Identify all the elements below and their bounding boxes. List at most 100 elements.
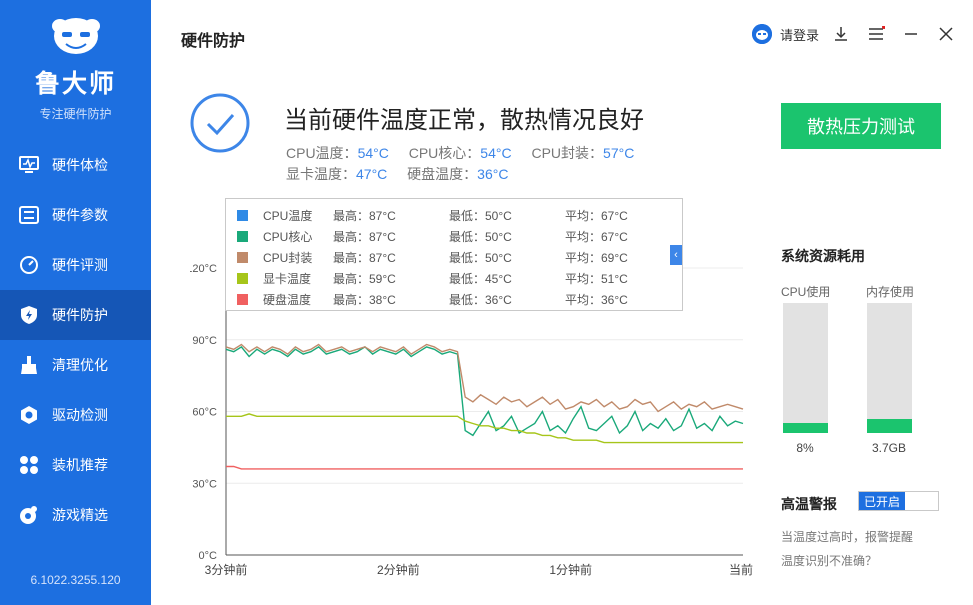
series-line	[226, 465, 743, 470]
memory-usage-fill	[867, 418, 912, 433]
sidebar-item-label: 硬件参数	[52, 207, 108, 223]
legend-name: CPU温度	[263, 209, 313, 223]
sidebar-item-label: 硬件防护	[52, 307, 108, 323]
y-tick-label: 120°C	[190, 263, 217, 275]
temperature-readings: CPU温度：54°C CPU核心：54°C CPU封装：57°C 显卡温度：47…	[286, 143, 756, 185]
cpu-usage-value: 8%	[796, 441, 814, 455]
y-tick-label: 0°C	[199, 550, 218, 562]
sidebar-item-cleanup[interactable]: 清理优化	[0, 340, 151, 390]
x-tick-label: 当前	[729, 562, 753, 577]
gamepad-icon	[18, 504, 40, 526]
sidebar-item-label: 游戏精选	[52, 507, 108, 523]
legend-row: CPU核心 最高：87°C 最低：50°C 平均：67°C	[226, 226, 682, 247]
sidebar-item-hardware-protection[interactable]: 硬件防护	[0, 290, 151, 340]
menu-icon[interactable]	[866, 24, 886, 44]
legend-max: 最高：87°C	[333, 209, 396, 223]
cpu-temp-reading: CPU温度：54°C	[286, 145, 389, 161]
legend-max: 最高：59°C	[333, 272, 396, 286]
series-line	[225, 345, 744, 437]
sliders-icon	[18, 204, 40, 226]
memory-usage-value: 3.7GB	[871, 441, 907, 455]
x-tick-label: 3分钟前	[205, 562, 248, 577]
alarm-toggle-label: 已开启	[859, 492, 905, 510]
sidebar-item-label: 装机推荐	[52, 457, 108, 473]
sidebar-item-driver-check[interactable]: 驱动检测	[0, 390, 151, 440]
gear-icon	[18, 404, 40, 426]
sidebar-item-games[interactable]: 游戏精选	[0, 490, 151, 540]
broom-icon	[18, 354, 40, 376]
legend-avg: 平均：67°C	[565, 209, 628, 223]
legend-max: 最高：38°C	[333, 293, 396, 307]
legend-min: 最低：50°C	[449, 209, 512, 223]
legend-name: CPU核心	[263, 230, 313, 244]
sidebar-item-label: 硬件评测	[52, 257, 108, 273]
memory-usage-label: 内存使用	[866, 285, 915, 299]
close-icon[interactable]	[936, 24, 956, 44]
legend-row: 硬盘温度 最高：38°C 最低：36°C 平均：36°C	[226, 289, 682, 310]
legend-max: 最高：87°C	[333, 251, 396, 265]
x-tick-label: 2分钟前	[377, 562, 420, 577]
sidebar-item-build-recommend[interactable]: 装机推荐	[0, 440, 151, 490]
stress-test-button[interactable]: 散热压力测试	[781, 103, 941, 149]
legend-swatch	[237, 231, 248, 242]
version-label: 6.1022.3255.120	[30, 573, 121, 587]
disk-temp-reading: 硬盘温度：36°C	[407, 166, 509, 182]
alarm-description: 当温度过高时，报警提醒	[781, 530, 914, 544]
cpu-temp-value: 54°C	[357, 145, 389, 161]
login-label: 请登录	[780, 27, 820, 43]
cpu-usage-label: CPU使用	[781, 285, 831, 299]
chart-legend: CPU温度 最高：87°C 最低：50°C 平均：67°C CPU核心 最高：8…	[225, 198, 683, 311]
legend-swatch	[237, 294, 248, 305]
shield-icon	[18, 304, 40, 326]
x-tick-label: 1分钟前	[549, 562, 592, 577]
legend-collapse-button[interactable]: ‹	[670, 245, 682, 265]
legend-swatch	[237, 252, 248, 263]
legend-min: 最低：45°C	[449, 272, 512, 286]
sidebar-item-hardware-check[interactable]: 硬件体检	[0, 140, 151, 190]
download-icon[interactable]	[831, 24, 851, 44]
apps-icon	[18, 454, 40, 476]
high-temp-alarm-title: 高温警报	[781, 496, 837, 512]
legend-min: 最低：50°C	[449, 230, 512, 244]
cpu-core-value: 54°C	[480, 145, 512, 161]
check-icon	[190, 93, 250, 153]
resource-usage-title: 系统资源耗用	[781, 248, 865, 264]
legend-max: 最高：87°C	[333, 230, 396, 244]
legend-row: CPU封装 最高：87°C 最低：50°C 平均：69°C	[226, 247, 682, 268]
y-tick-label: 60°C	[192, 407, 217, 419]
disk-temp-value: 36°C	[477, 166, 509, 182]
cpu-package-value: 57°C	[603, 145, 635, 161]
app-name: 鲁大师	[34, 70, 116, 98]
gpu-temp-reading: 显卡温度：47°C	[286, 166, 388, 182]
alarm-toggle[interactable]: 已开启	[858, 491, 939, 511]
sidebar-item-label: 驱动检测	[52, 407, 108, 423]
temp-inaccurate-link[interactable]: 温度识别不准确？	[781, 552, 877, 569]
sidebar-item-label: 硬件体检	[52, 157, 108, 173]
sidebar-item-hardware-benchmark[interactable]: 硬件评测	[0, 240, 151, 290]
legend-avg: 平均：36°C	[565, 293, 628, 307]
monitor-icon	[18, 154, 40, 176]
sidebar-item-hardware-params[interactable]: 硬件参数	[0, 190, 151, 240]
cpu-core-reading: CPU核心：54°C	[408, 145, 512, 161]
legend-min: 最低：36°C	[449, 293, 512, 307]
legend-min: 最低：50°C	[449, 251, 512, 265]
cpu-usage-bar	[783, 303, 828, 433]
mascot-icon	[48, 14, 104, 58]
sidebar-nav: 硬件体检 硬件参数 硬件评测 硬件防护 清理优化 驱动检测 装机推荐 游戏精选	[0, 140, 151, 540]
minimize-icon[interactable]	[901, 24, 921, 44]
legend-row: CPU温度 最高：87°C 最低：50°C 平均：67°C	[226, 205, 682, 226]
login-button[interactable]: 请登录	[752, 24, 819, 44]
cpu-usage-fill	[783, 422, 828, 433]
status-title: 当前硬件温度正常，散热情况良好	[284, 107, 644, 134]
gauge-icon	[18, 254, 40, 276]
app-logo: 鲁大师 专注硬件防护	[0, 14, 151, 122]
legend-name: 显卡温度	[263, 272, 312, 286]
page-title: 硬件防护	[181, 33, 246, 50]
legend-avg: 平均：51°C	[565, 272, 628, 286]
y-tick-label: 90°C	[192, 335, 217, 347]
cpu-package-reading: CPU封装：57°C	[531, 145, 635, 161]
legend-avg: 平均：67°C	[565, 230, 628, 244]
legend-swatch	[237, 273, 248, 284]
avatar-icon	[752, 24, 772, 44]
legend-name: 硬盘温度	[263, 293, 312, 307]
